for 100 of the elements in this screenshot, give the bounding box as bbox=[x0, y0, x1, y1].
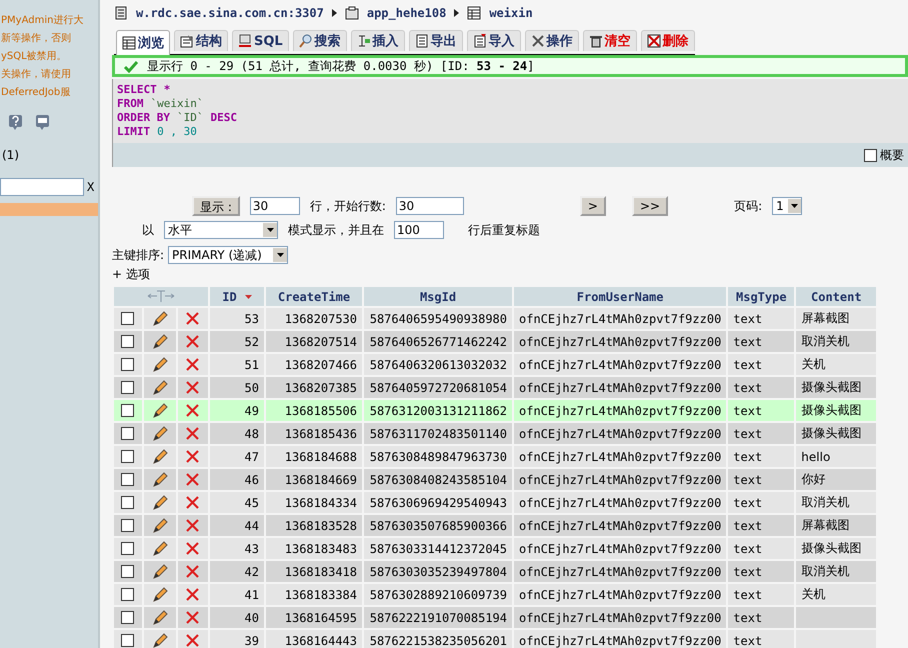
table-cell: 摄像头截图 bbox=[796, 538, 876, 559]
table-cell: 5876303507685900366 bbox=[364, 515, 512, 536]
table-cell: text bbox=[728, 515, 794, 536]
pencil-icon[interactable] bbox=[151, 471, 168, 488]
pencil-icon[interactable] bbox=[151, 425, 168, 442]
tab[interactable]: 导入 bbox=[466, 30, 521, 51]
options-link[interactable]: + 选项 bbox=[112, 266, 150, 282]
tab[interactable]: 删除 bbox=[640, 30, 695, 51]
checkbox[interactable] bbox=[121, 519, 134, 532]
checkbox[interactable] bbox=[121, 358, 134, 371]
sort-select[interactable]: PRIMARY (递减) bbox=[168, 246, 288, 264]
next-page-button[interactable]: > bbox=[580, 196, 606, 216]
delete-icon[interactable] bbox=[185, 518, 200, 533]
pencil-icon[interactable] bbox=[151, 402, 168, 419]
input-field[interactable]: 30 bbox=[250, 197, 300, 215]
tab[interactable]: 结构 bbox=[174, 30, 228, 51]
table-cell: 关机 bbox=[796, 354, 876, 375]
checkbox[interactable] bbox=[121, 473, 134, 486]
dropdown-arrow-icon bbox=[276, 251, 285, 259]
delete-icon[interactable] bbox=[185, 564, 200, 579]
checkbox[interactable] bbox=[121, 381, 134, 394]
delete-icon[interactable] bbox=[185, 357, 200, 372]
filter-field[interactable] bbox=[0, 178, 84, 196]
table-cell: text bbox=[728, 400, 794, 421]
pencil-icon[interactable] bbox=[151, 333, 168, 350]
table-cell: ofnCEjhz7rL4tMAh0zpvt7f9zz00 bbox=[514, 331, 726, 352]
tab[interactable]: 清空 bbox=[582, 30, 637, 51]
checkbox[interactable] bbox=[121, 634, 134, 647]
pencil-icon[interactable] bbox=[151, 310, 168, 327]
checkbox-label: 概要 bbox=[880, 146, 904, 164]
pencil-icon[interactable] bbox=[151, 356, 168, 373]
delete-icon[interactable] bbox=[185, 633, 200, 648]
breadcrumb-link[interactable]: app_hehe108 bbox=[366, 6, 446, 20]
tab[interactable]: 浏览 bbox=[116, 30, 170, 55]
checkbox[interactable] bbox=[121, 611, 134, 624]
checkbox[interactable] bbox=[121, 335, 134, 348]
delete-icon[interactable] bbox=[185, 495, 200, 510]
sql-line: LIMIT 0 , 30 bbox=[117, 125, 198, 139]
sql-line: SELECT * bbox=[117, 83, 172, 97]
pencil-icon[interactable] bbox=[151, 448, 168, 465]
checkbox[interactable] bbox=[121, 427, 134, 440]
page-select[interactable]: 1 bbox=[772, 197, 802, 215]
pencil-icon[interactable] bbox=[151, 540, 168, 557]
tab[interactable]: 搜索 bbox=[292, 30, 347, 51]
tab[interactable]: 插入 bbox=[350, 30, 405, 51]
tab[interactable]: 导出 bbox=[408, 30, 463, 51]
checkbox[interactable] bbox=[121, 450, 134, 463]
table-cell: 1368185436 bbox=[266, 423, 362, 444]
delete-icon[interactable] bbox=[185, 541, 200, 556]
column-header[interactable]: MsgType bbox=[728, 287, 794, 306]
delete-icon[interactable] bbox=[185, 334, 200, 349]
tab[interactable]: 操作 bbox=[524, 30, 579, 51]
table-cell: 1368164443 bbox=[266, 630, 362, 648]
checkbox[interactable] bbox=[121, 588, 134, 601]
column-header[interactable]: FromUserName bbox=[514, 287, 726, 306]
delete-icon[interactable] bbox=[185, 403, 200, 418]
delete-icon[interactable] bbox=[185, 426, 200, 441]
column-header[interactable]: CreateTime bbox=[266, 287, 362, 306]
pencil-icon[interactable] bbox=[151, 586, 168, 603]
checkbox[interactable] bbox=[121, 312, 134, 325]
table-cell: 5876308408243585104 bbox=[364, 469, 512, 490]
table-cell: 52 bbox=[210, 331, 264, 352]
checkbox[interactable] bbox=[121, 565, 134, 578]
delete-icon[interactable] bbox=[185, 472, 200, 487]
pencil-icon[interactable] bbox=[151, 494, 168, 511]
magnifier-icon bbox=[298, 34, 313, 48]
input-field[interactable]: 100 bbox=[394, 221, 444, 239]
notice-text: ySQL被禁用。 bbox=[1, 50, 67, 64]
pencil-icon[interactable] bbox=[151, 632, 168, 648]
column-header[interactable]: ID bbox=[210, 287, 264, 306]
help-icon[interactable] bbox=[8, 114, 23, 130]
column-resize-icon bbox=[147, 290, 175, 303]
table-cell: 5876302889210609739 bbox=[364, 584, 512, 605]
delete-icon[interactable] bbox=[185, 610, 200, 625]
column-header[interactable]: Content bbox=[796, 287, 876, 306]
table-cell: text bbox=[728, 446, 794, 467]
last-page-button[interactable]: >> bbox=[632, 196, 668, 216]
pencil-icon[interactable] bbox=[151, 379, 168, 396]
checkbox[interactable] bbox=[121, 542, 134, 555]
column-header[interactable]: MsgId bbox=[364, 287, 512, 306]
checkbox[interactable] bbox=[121, 404, 134, 417]
input-field[interactable]: 30 bbox=[396, 197, 464, 215]
delete-icon[interactable] bbox=[185, 587, 200, 602]
table-cell: 取消关机 bbox=[796, 331, 876, 352]
clear-button[interactable]: X bbox=[87, 180, 94, 194]
table-cell: ofnCEjhz7rL4tMAh0zpvt7f9zz00 bbox=[514, 515, 726, 536]
pencil-icon[interactable] bbox=[151, 517, 168, 534]
breadcrumb-link[interactable]: weixin bbox=[489, 6, 533, 20]
checkbox[interactable] bbox=[864, 148, 877, 162]
breadcrumb-link[interactable]: w.rdc.sae.sina.com.cn:3307 bbox=[136, 6, 324, 20]
pencil-icon[interactable] bbox=[151, 609, 168, 626]
delete-icon[interactable] bbox=[185, 311, 200, 326]
tab[interactable]: SQL bbox=[232, 30, 289, 51]
table-cell: text bbox=[728, 630, 794, 648]
pencil-icon[interactable] bbox=[151, 563, 168, 580]
delete-icon[interactable] bbox=[185, 380, 200, 395]
mode-select[interactable]: 水平 bbox=[164, 221, 278, 239]
show-button[interactable]: 显示 : bbox=[192, 196, 240, 216]
delete-icon[interactable] bbox=[185, 449, 200, 464]
checkbox[interactable] bbox=[121, 496, 134, 509]
